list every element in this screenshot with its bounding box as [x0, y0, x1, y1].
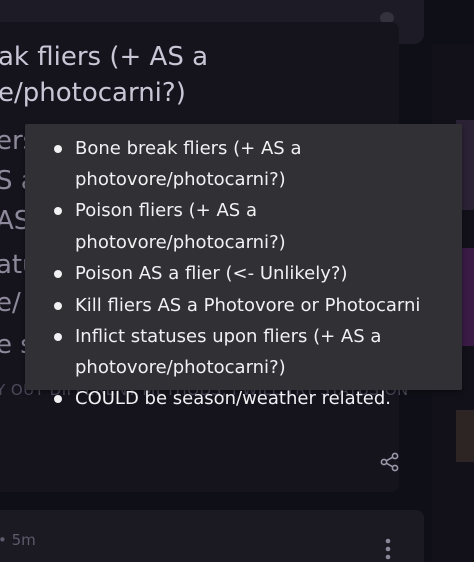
list-item-text: Kill fliers AS a Photovore or Photocarni: [75, 294, 421, 316]
list-item: Poison AS a flier (<- Unlikely?): [25, 258, 462, 290]
post-body-fragment: e/: [0, 288, 21, 318]
list-item-text: Bone break fliers (+ AS a photovore/phot…: [75, 138, 302, 190]
kebab-menu-icon[interactable]: [384, 536, 392, 562]
share-icon[interactable]: [380, 452, 400, 472]
bullet-icon: [54, 395, 62, 403]
bullet-icon: [54, 207, 62, 215]
list-item-text: Poison fliers (+ AS a photovore/photocar…: [75, 200, 286, 253]
thumbnail-image[interactable]: [456, 410, 474, 462]
bullet-icon: [54, 145, 62, 153]
list-item: Inflict statuses upon fliers (+ AS a pho…: [25, 321, 462, 383]
post-title-line-2: e/photocarni?): [0, 78, 186, 108]
list-item-text: Poison AS a flier (<- Unlikely?): [75, 263, 348, 284]
next-post-card[interactable]: [0, 510, 424, 562]
list-item-text: COULD be season/weather related.: [75, 388, 391, 409]
list-item: Kill fliers AS a Photovore or Photocarni: [25, 290, 462, 322]
tooltip-popup: Bone break fliers (+ AS a photovore/phot…: [25, 124, 462, 409]
list-item: Bone break fliers (+ AS a photovore/phot…: [25, 133, 462, 195]
post-title-line-1: ak fliers (+ AS a: [0, 42, 209, 72]
post-timestamp: • 5m: [0, 531, 36, 549]
list-item: COULD be season/weather related.: [25, 383, 462, 415]
bullet-icon: [54, 270, 62, 278]
bullet-icon: [54, 301, 62, 310]
list-item-text: Inflict statuses upon fliers (+ AS a pho…: [75, 326, 382, 378]
list-item: Poison fliers (+ AS a photovore/photocar…: [25, 195, 462, 258]
bullet-icon: [54, 333, 62, 341]
tooltip-list: Bone break fliers (+ AS a photovore/phot…: [25, 133, 462, 415]
